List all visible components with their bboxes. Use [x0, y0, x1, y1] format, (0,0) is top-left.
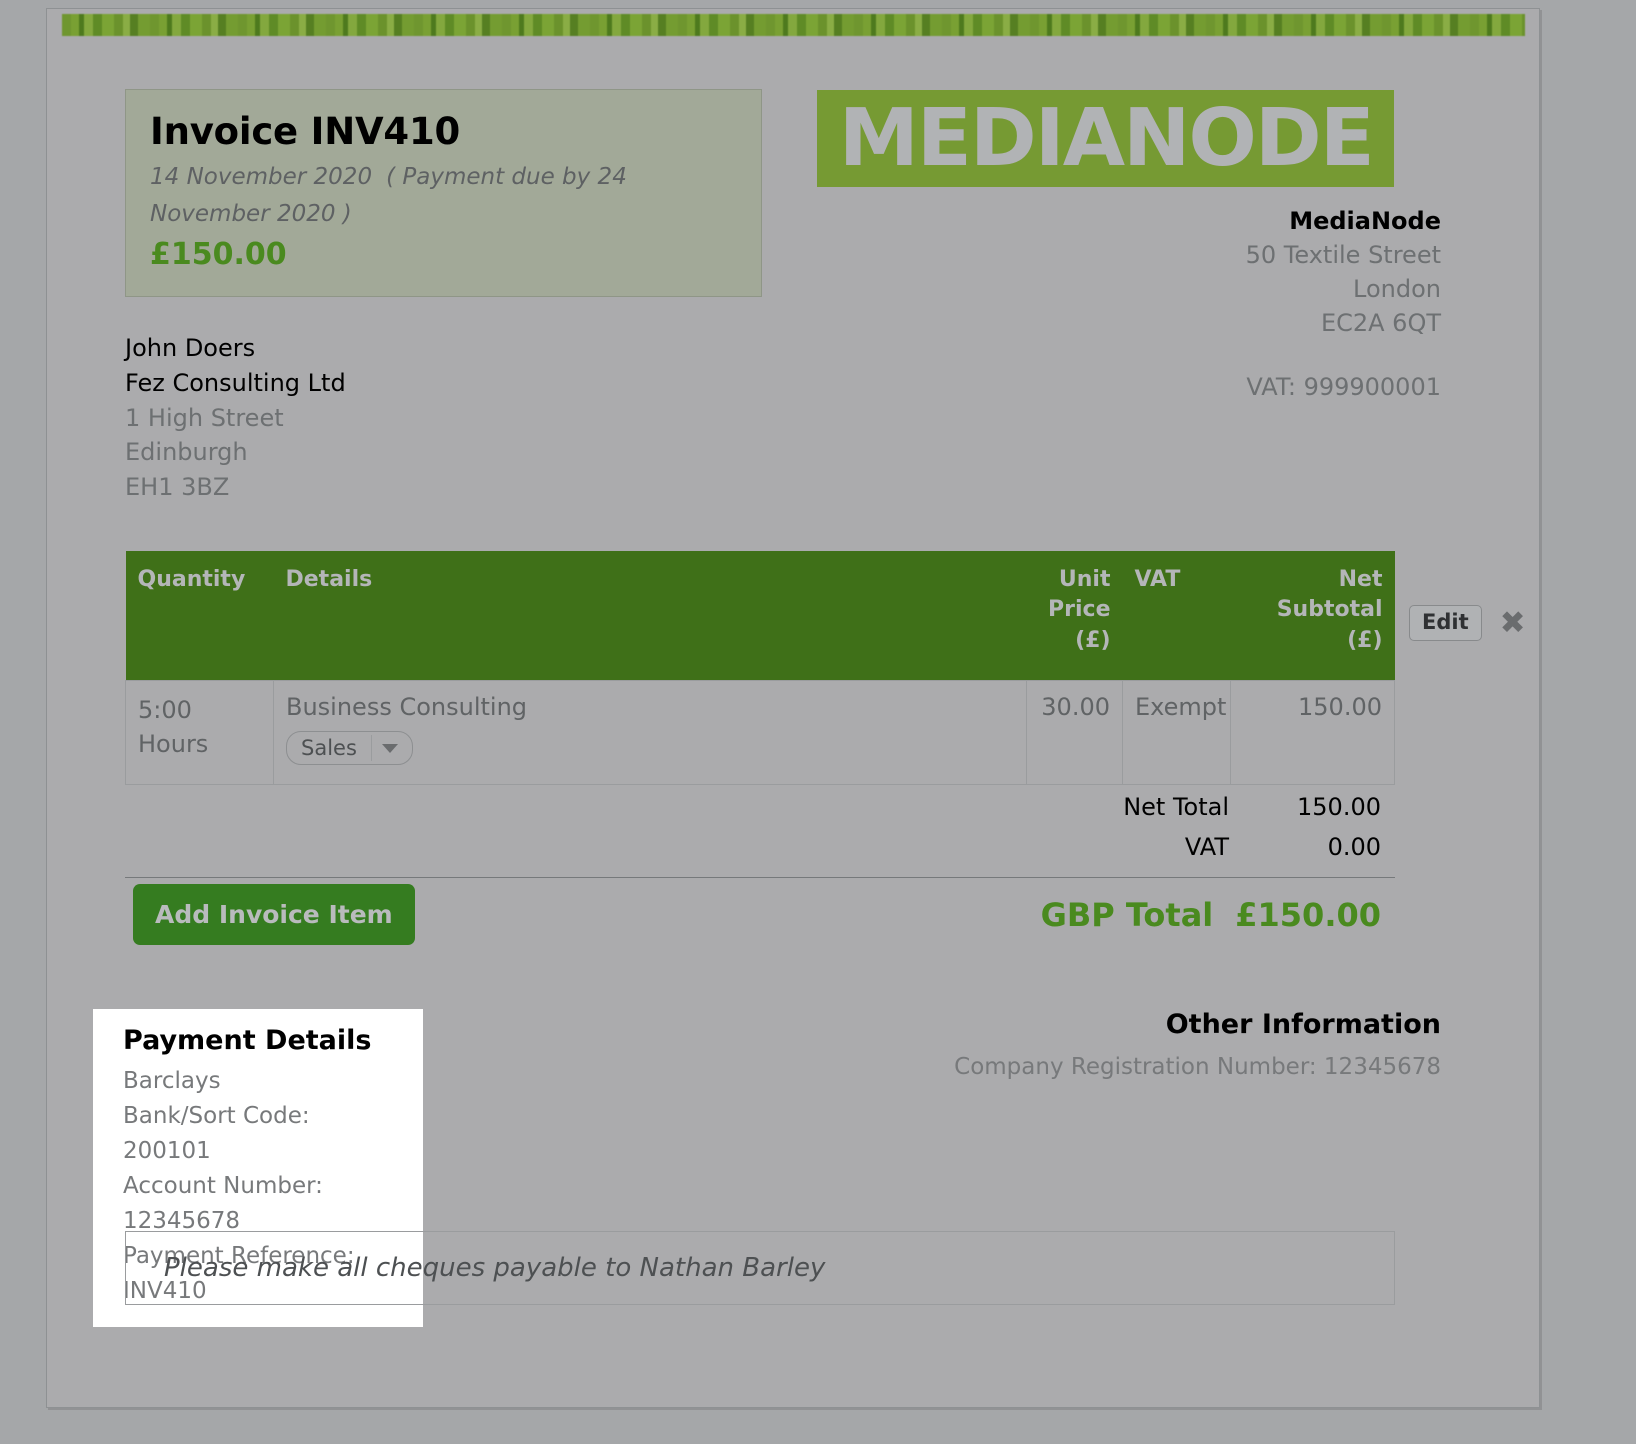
- column-header-vat: VAT: [1122, 551, 1231, 681]
- company-registration-number: Company Registration Number: 12345678: [954, 1054, 1441, 1080]
- invoice-header: Invoice INV410 14 November 2020( Payment…: [47, 39, 1541, 401]
- row-action-group: Edit ✖: [1409, 605, 1526, 642]
- vat-total-row: VAT 0.00: [125, 827, 1395, 867]
- grand-total-label: GBP Total: [1040, 896, 1214, 934]
- customer-company: Fez Consulting Ltd: [125, 368, 346, 397]
- invoice-summary-box: Invoice INV410 14 November 2020( Payment…: [125, 89, 762, 297]
- category-select[interactable]: Sales: [286, 731, 413, 766]
- payment-details-heading: Payment Details: [123, 1025, 372, 1056]
- edit-button[interactable]: Edit: [1409, 605, 1482, 642]
- net-total-row: Net Total 150.00: [125, 787, 1395, 827]
- other-information-panel: Other Information Company Registration N…: [954, 1009, 1441, 1085]
- page-title: Invoice INV410: [150, 110, 461, 153]
- supplier-address: MediaNode 50 Textile Street London EC2A …: [1246, 204, 1441, 404]
- customer-contact: John Doers: [125, 334, 256, 362]
- invoice-amount: £150.00: [150, 237, 287, 273]
- invoice-items-table: Quantity Details Unit Price (£) VAT Net Sub…: [125, 551, 1395, 786]
- supplier-postcode: EC2A 6QT: [1320, 309, 1441, 338]
- payment-account-number: Account Number: 12345678: [123, 1172, 323, 1234]
- net-total-label: Net Total: [1123, 793, 1229, 821]
- cell-quantity: 5:00 Hours: [125, 680, 274, 786]
- column-header-quantity: Quantity: [125, 551, 274, 681]
- category-select-value: Sales: [301, 736, 357, 761]
- invoice-dates: 14 November 2020( Payment due by 24 Nove…: [150, 159, 670, 234]
- supplier-name: MediaNode: [1289, 207, 1441, 235]
- payment-bank: Barclays: [123, 1068, 221, 1094]
- supplier-city: London: [1353, 275, 1441, 304]
- cell-details: Business Consulting Sales: [273, 680, 1027, 786]
- net-total-value: 150.00: [1297, 793, 1381, 821]
- decorative-green-stripe: [62, 14, 1525, 36]
- other-information-heading: Other Information: [1165, 1009, 1441, 1040]
- supplier-street: 50 Textile Street: [1245, 241, 1441, 270]
- add-invoice-item-button[interactable]: Add Invoice Item: [133, 884, 415, 945]
- grand-total-value: £150.00: [1235, 896, 1381, 934]
- invoice-content: Invoice INV410 14 November 2020( Payment…: [47, 39, 1541, 1327]
- medianode-logo: MEDIANODE: [817, 90, 1394, 187]
- issue-date: 14 November 2020: [150, 163, 373, 190]
- customer-address: John Doers Fez Consulting Ltd 1 High Str…: [125, 331, 346, 505]
- footer-note-box: Please make all cheques payable to Natha…: [125, 1231, 1395, 1305]
- payment-sort-code: Bank/Sort Code: 200101: [123, 1102, 310, 1164]
- supplier-vat: VAT: 999900001: [1246, 373, 1441, 402]
- close-icon[interactable]: ✖: [1500, 607, 1526, 639]
- select-divider: [370, 735, 372, 762]
- table-row: 5:00 Hours Business Consulting Sales 30.0…: [125, 680, 1395, 786]
- customer-postcode: EH1 3BZ: [125, 473, 230, 502]
- table-header-row: Quantity Details Unit Price (£) VAT Net Sub…: [125, 551, 1395, 681]
- invoice-page: Invoice INV410 14 November 2020( Payment…: [46, 8, 1540, 1408]
- cell-vat: Exempt: [1122, 680, 1231, 786]
- logo-text: MEDIANODE: [838, 92, 1374, 184]
- cell-net-subtotal: 150.00: [1230, 680, 1395, 786]
- customer-street: 1 High Street: [125, 403, 284, 432]
- item-description: Business Consulting: [286, 693, 528, 722]
- footer-note: Please make all cheques payable to Natha…: [164, 1253, 826, 1283]
- chevron-down-icon: [381, 743, 398, 753]
- column-header-net-subtotal: Net Subtotal (£): [1230, 551, 1395, 681]
- customer-city: Edinburgh: [125, 438, 248, 467]
- cell-unit-price: 30.00: [1026, 680, 1123, 786]
- column-header-details: Details: [273, 551, 1027, 681]
- vat-total-label: VAT: [1184, 833, 1229, 861]
- column-header-unit-price: Unit Price (£): [1026, 551, 1123, 681]
- vat-total-value: 0.00: [1327, 833, 1381, 861]
